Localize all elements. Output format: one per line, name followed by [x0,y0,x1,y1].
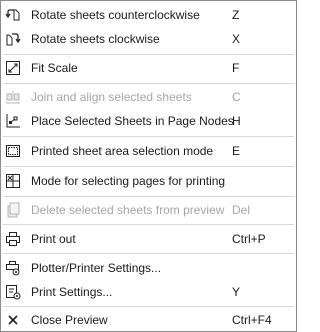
rotate-ccw-icon [5,7,21,23]
menu-item-rotate-ccw[interactable]: Rotate sheets counterclockwise Z [1,4,296,26]
plotter-settings-icon [5,260,21,276]
menu-item-label: Plotter/Printer Settings... [31,261,162,275]
menu-item-shortcut: E [232,144,241,158]
menu-item-label: Mode for selecting pages for printing [31,174,226,188]
menu-separator [3,306,294,307]
menu-item-shortcut: Ctrl+P [232,232,266,246]
menu-item-print-settings[interactable]: Print Settings... Y [1,281,296,303]
menu-separator [3,253,294,254]
rotate-cw-icon [5,31,21,47]
menu-item-join-align[interactable]: Join and align selected sheets C [1,86,296,108]
menu-item-shortcut: F [232,61,240,75]
menu-item-label: Print Settings... [31,285,113,299]
menu-separator [3,166,294,167]
print-settings-icon [5,284,21,300]
delete-sheets-icon [5,202,21,218]
menu-item-place-sheets[interactable]: Place Selected Sheets in Page Nodes H [1,110,296,132]
page-nodes-icon [5,113,21,129]
menu-separator [3,136,294,137]
menu-item-shortcut: C [232,90,241,104]
menu-item-label: Printed sheet area selection mode [31,144,214,158]
menu-item-print-out[interactable]: Print out Ctrl+P [1,228,296,250]
menu-separator [3,83,294,84]
fit-scale-icon [5,60,21,76]
menu-item-shortcut: H [232,114,241,128]
close-icon [5,312,21,328]
menu-item-label: Join and align selected sheets [31,90,192,104]
context-menu: Rotate sheets counterclockwise Z Rotate … [0,0,297,332]
menu-item-area-selection[interactable]: Printed sheet area selection mode E [1,140,296,162]
menu-item-plotter-settings[interactable]: Plotter/Printer Settings... [1,257,296,279]
menu-item-shortcut: Del [232,203,251,217]
menu-item-rotate-cw[interactable]: Rotate sheets clockwise X [1,28,296,50]
menu-item-page-select-mode[interactable]: Mode for selecting pages for printing [1,170,296,192]
menu-item-fit-scale[interactable]: Fit Scale F [1,57,296,79]
menu-item-label: Print out [31,232,76,246]
join-align-icon [5,89,21,105]
area-selection-icon [5,143,21,159]
menu-item-label: Rotate sheets clockwise [31,32,160,46]
menu-item-label: Rotate sheets counterclockwise [31,8,200,22]
menu-separator [3,196,294,197]
menu-item-shortcut: Y [232,285,241,299]
printer-icon [5,231,21,247]
menu-item-shortcut: Z [232,8,240,22]
menu-item-shortcut: Ctrl+F4 [232,313,272,327]
menu-item-label: Fit Scale [31,61,78,75]
menu-separator [3,54,294,55]
menu-item-delete-sheets[interactable]: Delete selected sheets from preview Del [1,199,296,221]
menu-item-close-preview[interactable]: Close Preview Ctrl+F4 [1,309,296,331]
menu-separator [3,224,294,225]
menu-item-shortcut: X [232,32,241,46]
menu-item-label: Delete selected sheets from preview [31,203,225,217]
page-select-icon [5,173,21,189]
menu-item-label: Place Selected Sheets in Page Nodes [31,114,234,128]
menu-item-label: Close Preview [31,313,108,327]
